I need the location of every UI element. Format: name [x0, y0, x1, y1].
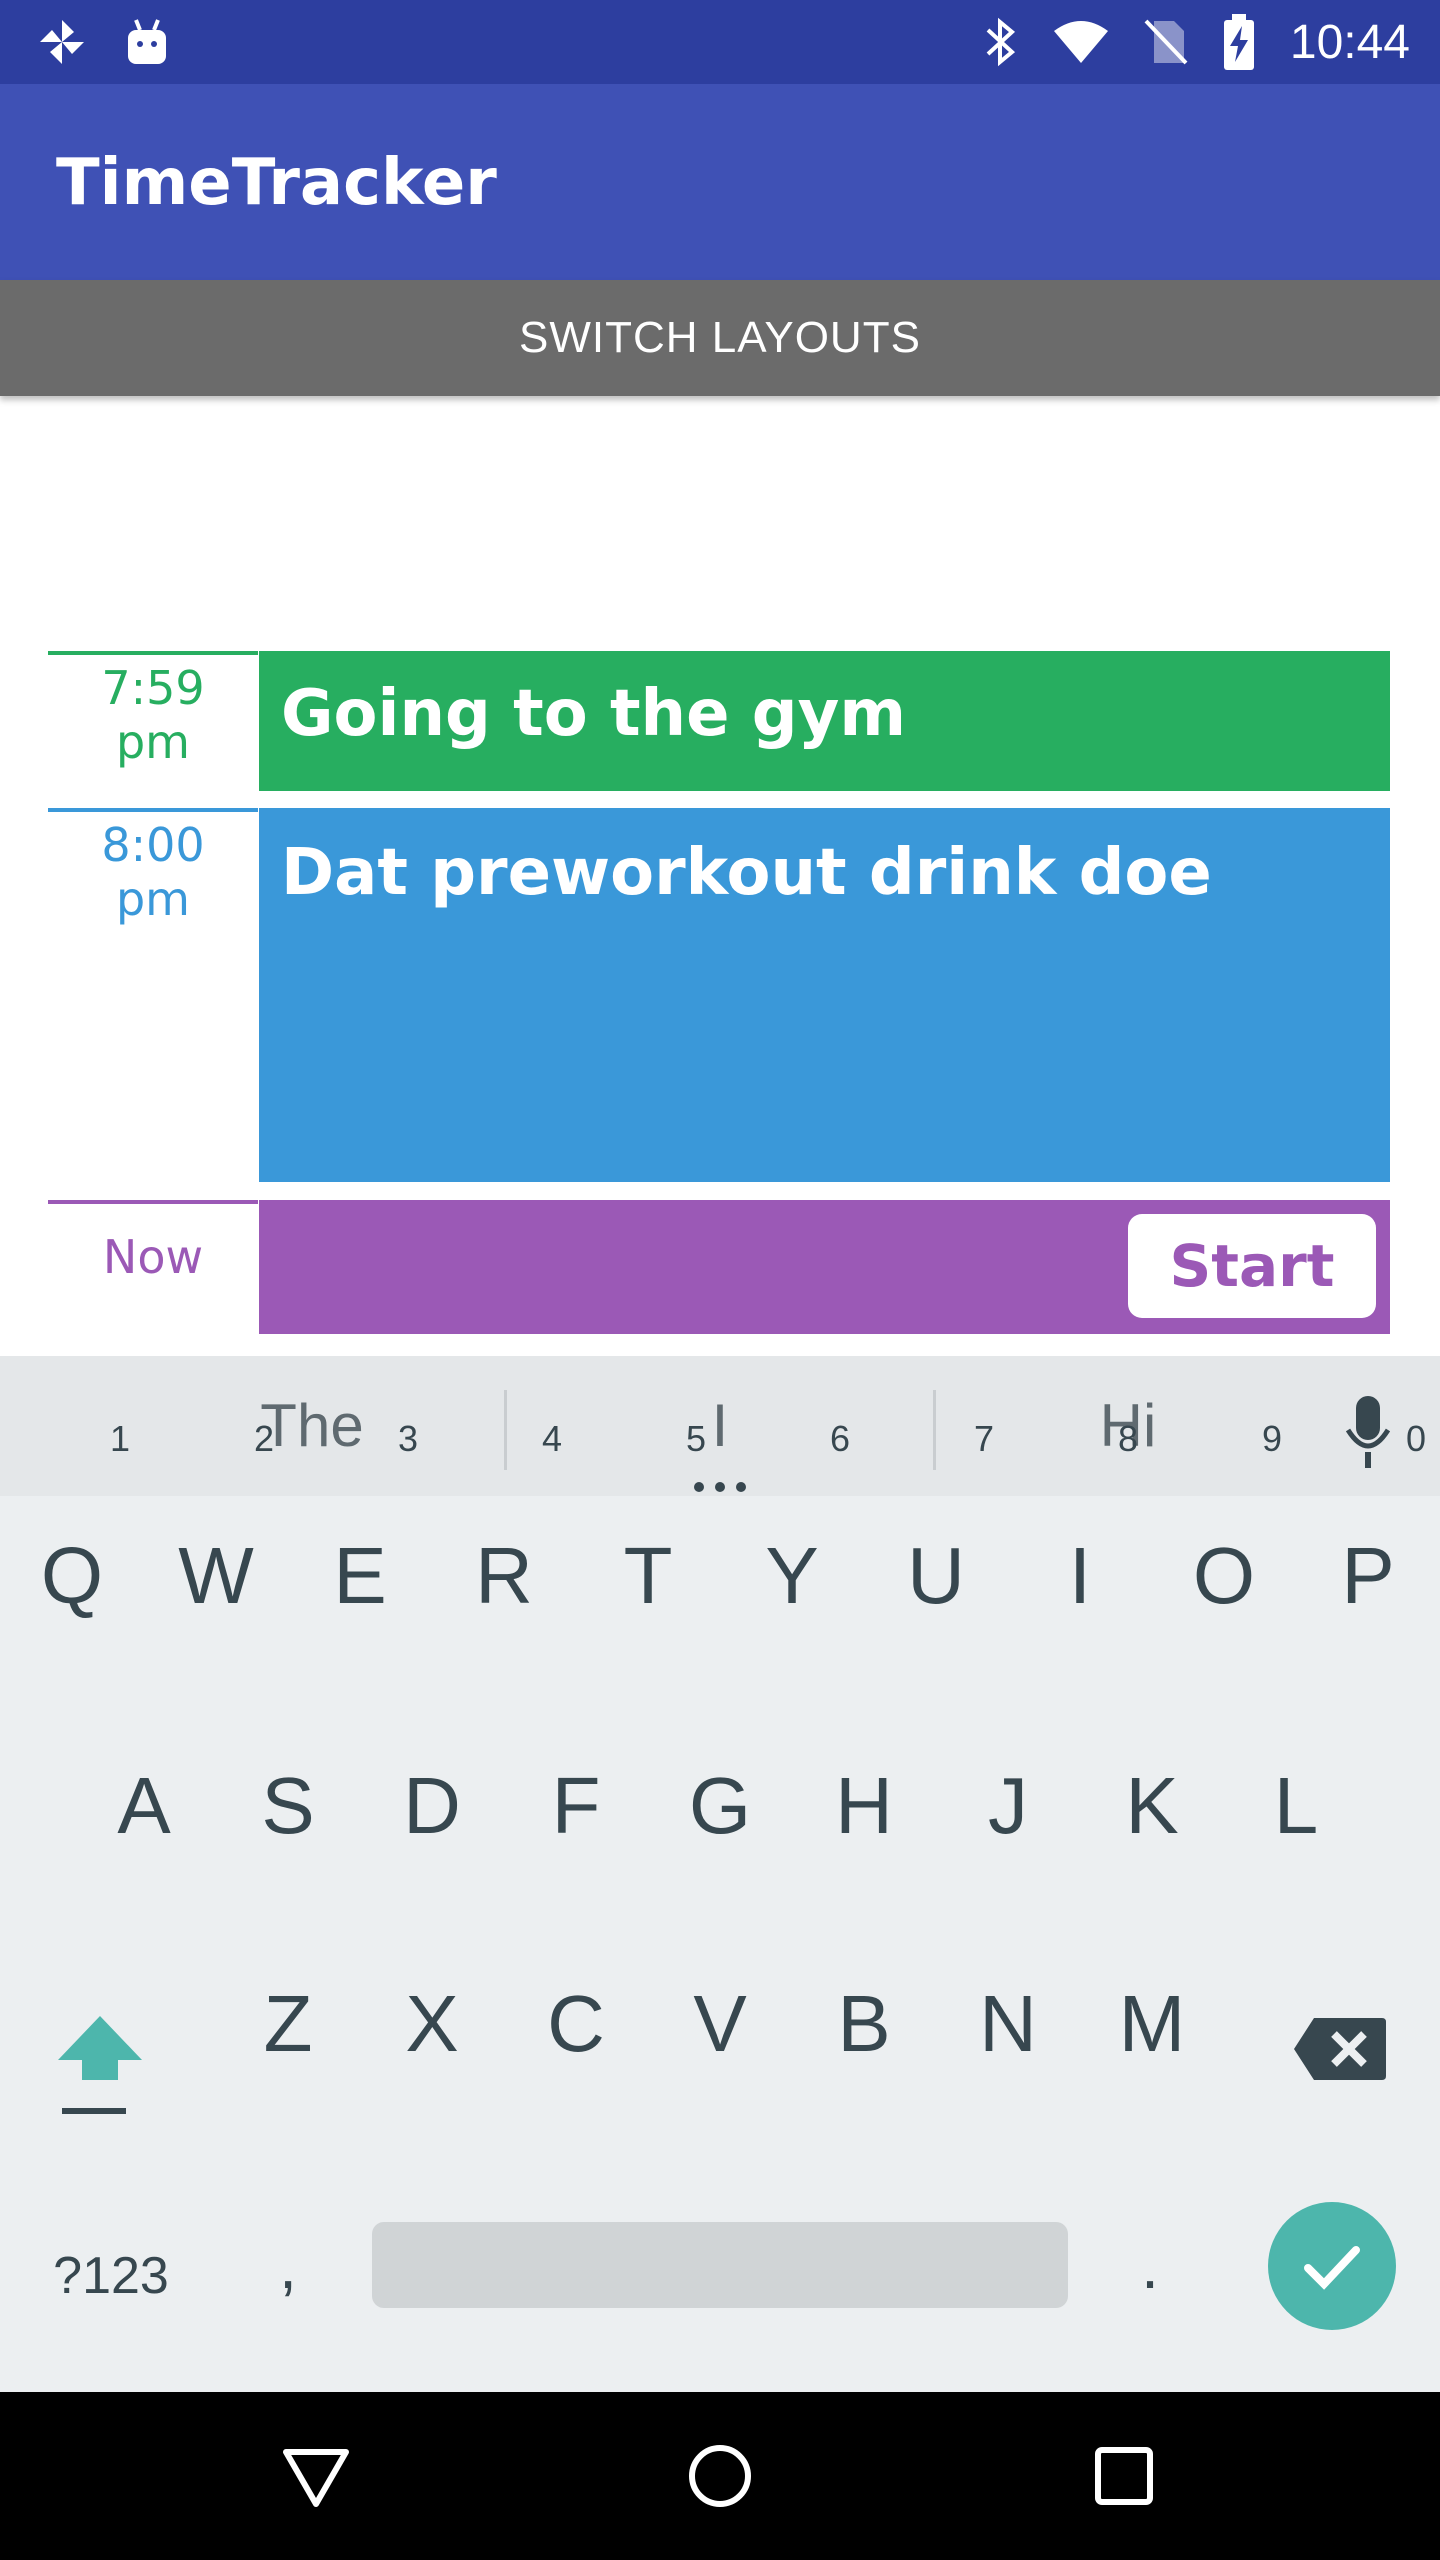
- key-w[interactable]: W2: [144, 1418, 288, 1676]
- entry-time-now: Now: [48, 1200, 258, 1334]
- key-u[interactable]: U7: [864, 1418, 1008, 1676]
- timeline-entry[interactable]: 8:00 pm Dat preworkout drink doe: [48, 808, 1390, 1182]
- key-x[interactable]: X: [360, 1924, 504, 2124]
- key-g[interactable]: G: [648, 1706, 792, 1906]
- key-i[interactable]: I8: [1008, 1418, 1152, 1676]
- home-icon[interactable]: [680, 2436, 760, 2516]
- back-icon[interactable]: [276, 2436, 356, 2516]
- enter-key[interactable]: [1268, 2202, 1396, 2330]
- period-key[interactable]: .: [1110, 2206, 1190, 2326]
- key-e[interactable]: E3: [288, 1418, 432, 1676]
- key-o[interactable]: O9: [1152, 1418, 1296, 1676]
- app-bar: TimeTracker: [0, 84, 1440, 280]
- key-hint: 9: [1261, 1418, 1282, 1459]
- entry-time: 8:00 pm: [48, 808, 258, 1182]
- key-a[interactable]: A: [72, 1706, 216, 1906]
- key-hint: 4: [541, 1418, 562, 1459]
- check-icon: [1304, 2246, 1360, 2290]
- key-hint: 0: [1405, 1418, 1426, 1459]
- wifi-icon: [1053, 21, 1108, 63]
- key-v[interactable]: V: [648, 1924, 792, 2124]
- entry-title[interactable]: Going to the gym: [259, 651, 1390, 791]
- suggestion-2[interactable]: I: [507, 1356, 933, 1496]
- key-z[interactable]: Z: [216, 1924, 360, 2124]
- entry-time-meridiem: pm: [115, 715, 190, 769]
- suggestion-1[interactable]: The: [120, 1356, 504, 1496]
- key-hint: 2: [253, 1418, 274, 1459]
- key-l[interactable]: L: [1224, 1706, 1368, 1906]
- key-d[interactable]: D: [360, 1706, 504, 1906]
- app-title: TimeTracker: [56, 146, 497, 220]
- key-c[interactable]: C: [504, 1924, 648, 2124]
- navigation-bar: [0, 2392, 1440, 2560]
- key-hint: 5: [685, 1418, 706, 1459]
- key-hint: 6: [829, 1418, 850, 1459]
- key-y[interactable]: Y6: [720, 1418, 864, 1676]
- timeline-entry[interactable]: 7:59 pm Going to the gym: [48, 651, 1390, 791]
- key-b[interactable]: B: [792, 1924, 936, 2124]
- key-p[interactable]: P0: [1296, 1418, 1440, 1676]
- backspace-icon[interactable]: [1290, 2014, 1390, 2084]
- clock: 10:44: [1289, 15, 1410, 69]
- symbols-key[interactable]: ?123: [36, 2216, 186, 2336]
- pinwheel-icon: [40, 20, 84, 64]
- key-hint: 3: [397, 1418, 418, 1459]
- key-hint: 7: [973, 1418, 994, 1459]
- suggestion-strip: The I Hi: [0, 1356, 1440, 1496]
- no-sim-icon: [1144, 19, 1188, 65]
- key-k[interactable]: K: [1080, 1706, 1224, 1906]
- current-entry: Now Start: [48, 1200, 1390, 1334]
- start-button[interactable]: Start: [1128, 1214, 1376, 1318]
- key-j[interactable]: J: [936, 1706, 1080, 1906]
- key-h[interactable]: H: [792, 1706, 936, 1906]
- key-hint: 8: [1117, 1418, 1138, 1459]
- shift-icon[interactable]: [52, 2004, 148, 2124]
- key-s[interactable]: S: [216, 1706, 360, 1906]
- entry-time-value: 8:00: [101, 818, 205, 872]
- space-bar[interactable]: [372, 2222, 1068, 2308]
- key-f[interactable]: F: [504, 1706, 648, 1906]
- entry-time-value: 7:59: [101, 661, 205, 715]
- key-m[interactable]: M: [1080, 1924, 1224, 2124]
- key-q[interactable]: Q1: [0, 1418, 144, 1676]
- key-n[interactable]: N: [936, 1924, 1080, 2124]
- key-hint: 1: [109, 1418, 130, 1459]
- comma-key[interactable]: ,: [248, 2206, 328, 2326]
- android-icon: [128, 19, 166, 64]
- current-entry-input[interactable]: Start: [259, 1200, 1390, 1334]
- battery-charging-icon: [1223, 14, 1254, 70]
- recents-icon[interactable]: [1084, 2436, 1164, 2516]
- entry-title[interactable]: Dat preworkout drink doe: [259, 808, 1390, 1182]
- entry-time-meridiem: pm: [115, 872, 190, 926]
- switch-layouts-button[interactable]: SWITCH LAYOUTS: [0, 280, 1440, 396]
- key-r[interactable]: R4: [432, 1418, 576, 1676]
- bluetooth-icon: [986, 17, 1015, 67]
- key-t[interactable]: T5: [576, 1418, 720, 1676]
- entry-time: 7:59 pm: [48, 651, 258, 791]
- status-bar: 10:44: [0, 0, 1440, 84]
- microphone-icon[interactable]: [1346, 1396, 1390, 1468]
- soft-keyboard: The I Hi Q1 W2 E3 R4 T5 Y6 U7 I8 O9 P0 A…: [0, 1356, 1440, 2392]
